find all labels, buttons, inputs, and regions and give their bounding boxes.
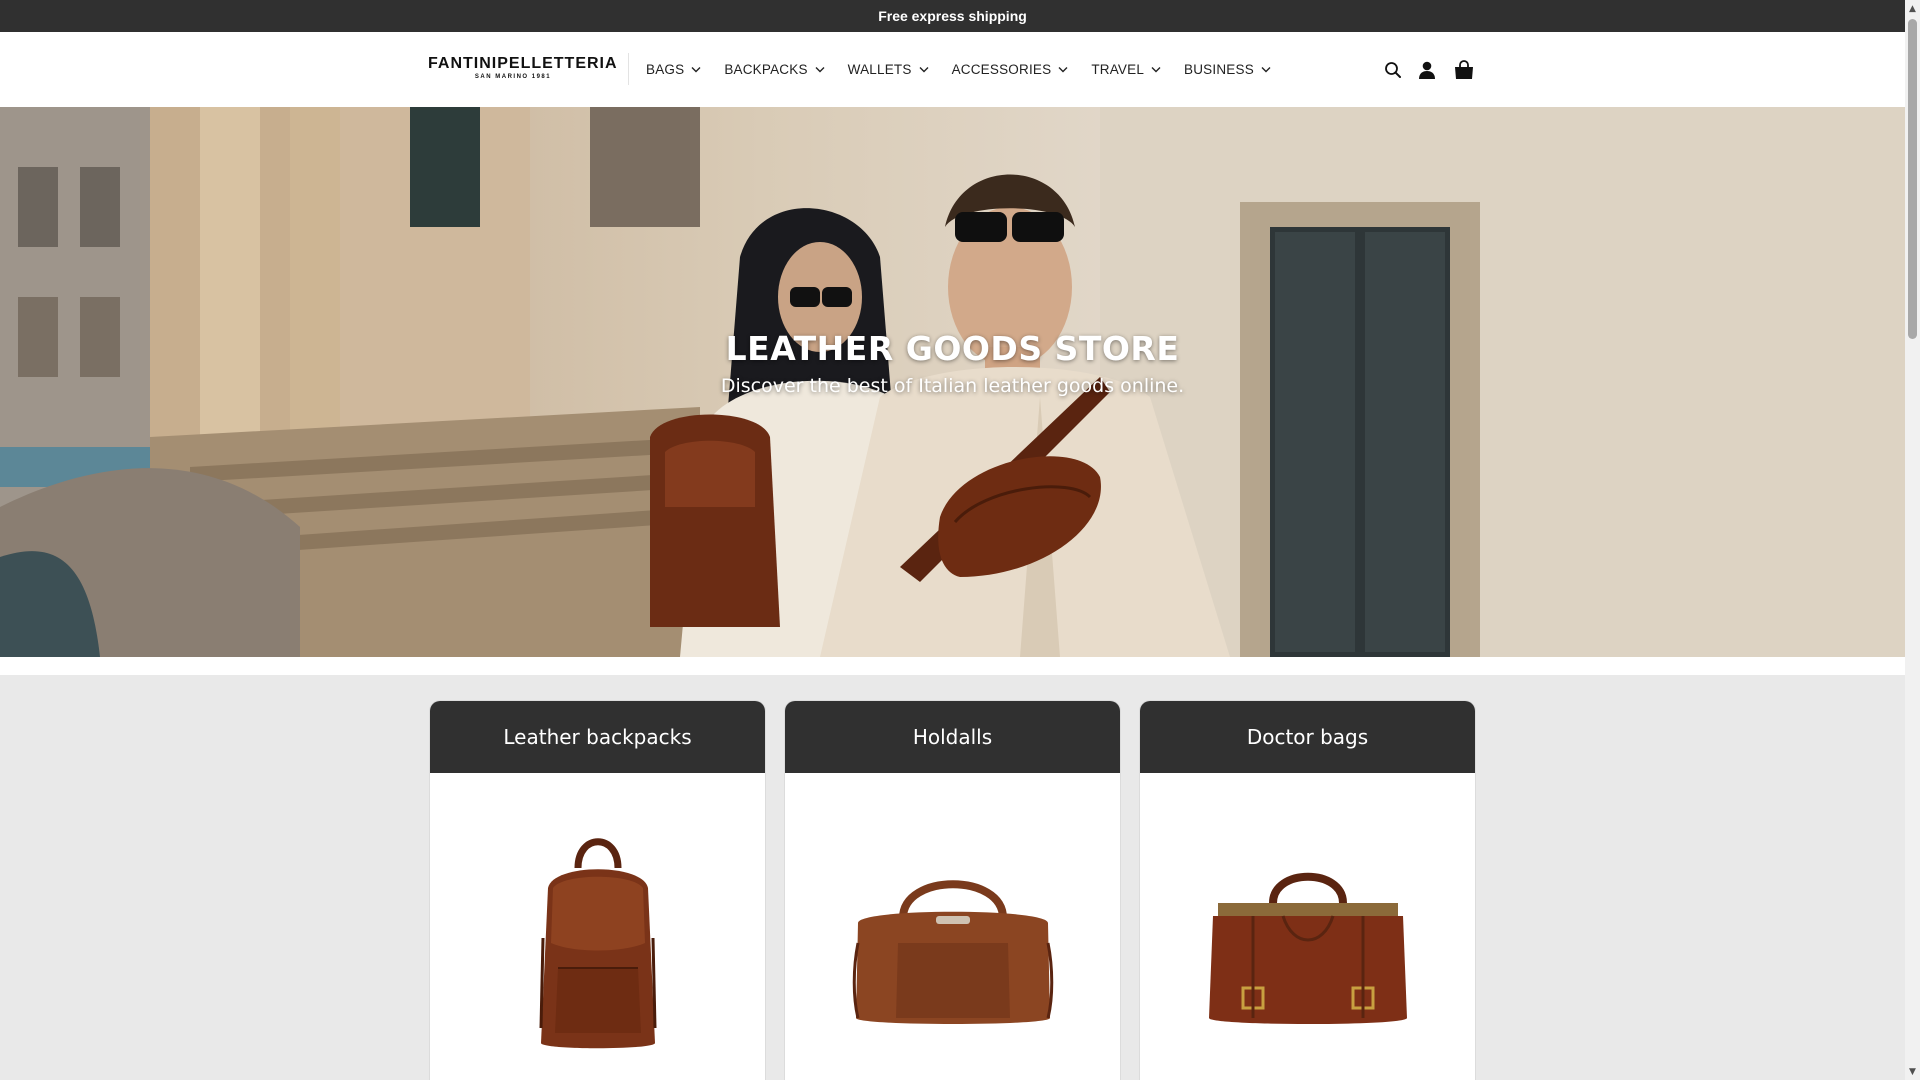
nav-item-label: BAGS xyxy=(646,62,685,77)
nav-item-backpacks[interactable]: BACKPACKS xyxy=(724,62,825,77)
brand-logo[interactable]: FANTINIPELLETTERIA SAN MARINO 1981 xyxy=(428,55,618,81)
category-card-title: Doctor bags xyxy=(1140,701,1475,773)
nav-item-accessories[interactable]: ACCESSORIES xyxy=(952,62,1069,77)
hero-banner[interactable]: LEATHER GOODS STORE Discover the best of… xyxy=(0,107,1905,657)
hero-title: LEATHER GOODS STORE xyxy=(725,329,1180,368)
logo-divider xyxy=(628,53,629,85)
nav-item-label: ACCESSORIES xyxy=(951,62,1052,77)
backpack-product-image xyxy=(430,773,765,1080)
cart-icon[interactable] xyxy=(1452,58,1476,82)
chevron-down-icon xyxy=(1058,66,1068,73)
account-icon[interactable] xyxy=(1416,59,1438,81)
main-nav: BAGS BACKPACKS WALLETS ACCESSORIES TRAVE… xyxy=(646,32,1294,107)
holdall-product-image xyxy=(785,773,1120,1080)
brand-tagline: SAN MARINO 1981 xyxy=(474,74,552,80)
nav-item-travel[interactable]: TRAVEL xyxy=(1091,62,1161,77)
chevron-down-icon xyxy=(1261,66,1271,73)
scroll-down-arrow-icon[interactable]: ▼ xyxy=(1905,1063,1920,1080)
category-card-holdalls[interactable]: Holdalls xyxy=(785,701,1120,1080)
nav-item-wallets[interactable]: WALLETS xyxy=(848,62,929,77)
chevron-down-icon xyxy=(1151,66,1161,73)
nav-item-label: WALLETS xyxy=(847,62,912,77)
nav-item-label: BACKPACKS xyxy=(724,62,808,77)
chevron-down-icon xyxy=(919,66,929,73)
announcement-bar: Free express shipping xyxy=(0,0,1905,32)
chevron-down-icon xyxy=(815,66,825,73)
category-card-doctor-bags[interactable]: Doctor bags xyxy=(1140,701,1475,1080)
search-icon[interactable] xyxy=(1382,59,1404,81)
doctor-bag-product-image xyxy=(1140,773,1475,1080)
category-section: Leather backpacks Holdalls Doctor bags xyxy=(0,675,1905,1080)
category-card-leather-backpacks[interactable]: Leather backpacks xyxy=(430,701,765,1080)
nav-item-label: TRAVEL xyxy=(1091,62,1145,77)
scroll-up-arrow-icon[interactable]: ▲ xyxy=(1905,0,1920,17)
site-header: FANTINIPELLETTERIA SAN MARINO 1981 BAGS … xyxy=(0,32,1905,107)
brand-name: FANTINIPELLETTERIA xyxy=(428,55,618,72)
section-divider xyxy=(0,657,1905,675)
chevron-down-icon xyxy=(691,66,701,73)
nav-item-bags[interactable]: BAGS xyxy=(646,62,701,77)
page-scrollbar[interactable]: ▲ ▼ xyxy=(1905,0,1920,1080)
header-actions xyxy=(1382,32,1476,107)
nav-item-business[interactable]: BUSINESS xyxy=(1184,62,1271,77)
scrollbar-thumb[interactable] xyxy=(1908,19,1917,339)
nav-item-label: BUSINESS xyxy=(1184,62,1254,77)
category-card-title: Leather backpacks xyxy=(430,701,765,773)
page: Free express shipping FANTINIPELLETTERIA… xyxy=(0,0,1905,1080)
hero-subtitle: Discover the best of Italian leather goo… xyxy=(720,375,1185,397)
category-card-title: Holdalls xyxy=(785,701,1120,773)
announcement-text: Free express shipping xyxy=(878,8,1027,24)
